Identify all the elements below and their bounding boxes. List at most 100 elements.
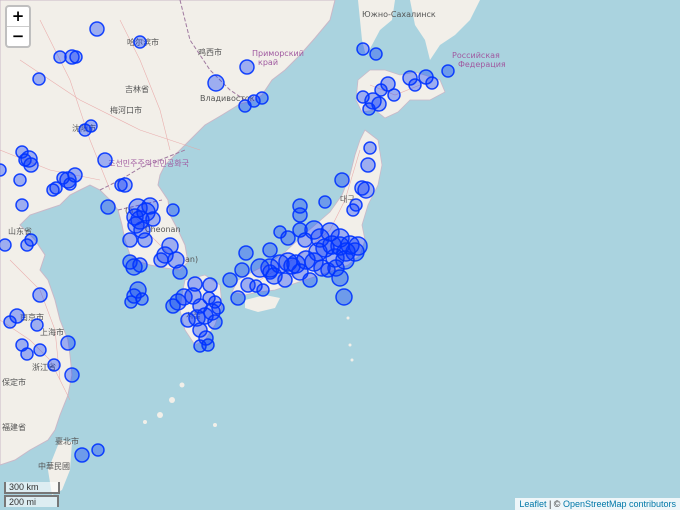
location-marker[interactable] <box>273 225 287 239</box>
label-shanghai: 上海市 <box>40 327 64 337</box>
basemap: 哈尔滨市 鸡西市 Приморский край 吉林省 梅河口市 Владив… <box>0 0 506 495</box>
location-marker[interactable] <box>408 78 422 92</box>
label-krai: край <box>258 58 278 67</box>
location-marker[interactable] <box>238 245 254 261</box>
location-marker[interactable] <box>97 152 113 168</box>
label-dprk: 조선민주주의인민공화국 <box>108 158 189 168</box>
location-marker[interactable] <box>234 262 250 278</box>
location-marker[interactable] <box>63 177 77 191</box>
location-marker[interactable] <box>133 35 147 49</box>
location-marker[interactable] <box>32 287 48 303</box>
label-jixi: 鸡西市 <box>198 47 222 57</box>
map[interactable]: 哈尔滨市 鸡西市 Приморский край 吉林省 梅河口市 Владив… <box>0 0 680 510</box>
location-marker[interactable] <box>64 367 80 383</box>
location-marker[interactable] <box>374 83 388 97</box>
location-marker[interactable] <box>277 272 293 288</box>
label-an: an) <box>185 255 198 264</box>
location-marker[interactable] <box>230 290 246 306</box>
label-meihekou: 梅河口市 <box>110 105 142 115</box>
location-marker[interactable] <box>369 47 383 61</box>
location-marker[interactable] <box>122 232 138 248</box>
location-marker[interactable] <box>47 358 61 372</box>
location-marker[interactable] <box>84 119 98 133</box>
location-marker[interactable] <box>165 298 181 314</box>
location-marker[interactable] <box>302 272 318 288</box>
zoom-control: + − <box>5 5 31 48</box>
label-fujian: 福建省 <box>2 422 26 432</box>
location-marker[interactable] <box>124 295 138 309</box>
location-marker[interactable] <box>3 315 17 329</box>
location-marker[interactable] <box>346 203 360 217</box>
location-marker[interactable] <box>137 232 153 248</box>
location-marker[interactable] <box>0 163 7 177</box>
location-marker[interactable] <box>0 238 12 252</box>
location-marker[interactable] <box>334 172 350 188</box>
location-marker[interactable] <box>60 335 76 351</box>
location-marker[interactable] <box>262 242 278 258</box>
location-marker[interactable] <box>207 314 223 330</box>
location-marker[interactable] <box>360 157 376 173</box>
location-marker[interactable] <box>239 59 255 75</box>
location-marker[interactable] <box>69 50 83 64</box>
location-marker[interactable] <box>255 91 269 105</box>
location-marker[interactable] <box>425 76 439 90</box>
osm-link[interactable]: OpenStreetMap contributors <box>563 499 676 509</box>
location-marker[interactable] <box>13 173 27 187</box>
location-marker[interactable] <box>32 72 46 86</box>
location-marker[interactable] <box>127 216 145 234</box>
location-marker[interactable] <box>172 264 188 280</box>
location-marker[interactable] <box>202 277 218 293</box>
location-marker[interactable] <box>15 145 29 159</box>
location-marker[interactable] <box>135 292 149 306</box>
location-marker[interactable] <box>354 180 370 196</box>
location-marker[interactable] <box>331 269 349 287</box>
location-marker[interactable] <box>262 264 278 280</box>
label-hoten: 保定市 <box>2 377 26 387</box>
location-marker[interactable] <box>238 99 252 113</box>
location-marker[interactable] <box>91 443 105 457</box>
location-marker[interactable] <box>363 141 377 155</box>
location-marker[interactable] <box>122 254 138 270</box>
location-marker[interactable] <box>89 21 105 37</box>
location-marker[interactable] <box>318 195 332 209</box>
location-marker[interactable] <box>193 339 207 353</box>
location-marker[interactable] <box>180 312 196 328</box>
location-marker[interactable] <box>46 183 60 197</box>
location-marker[interactable] <box>222 272 238 288</box>
location-marker[interactable] <box>53 50 67 64</box>
zoom-in-button[interactable]: + <box>7 7 29 26</box>
location-marker[interactable] <box>20 347 34 361</box>
location-marker[interactable] <box>441 64 455 78</box>
location-marker[interactable] <box>153 252 169 268</box>
location-marker[interactable] <box>145 211 161 227</box>
location-marker[interactable] <box>211 301 225 315</box>
location-marker[interactable] <box>100 199 116 215</box>
leaflet-link[interactable]: Leaflet <box>519 499 546 509</box>
label-russia1: Российская <box>452 51 500 60</box>
label-yuzhno: Южно-Сахалинск <box>362 10 436 19</box>
location-marker[interactable] <box>335 288 353 306</box>
location-marker[interactable] <box>256 283 270 297</box>
label-russia2: Федерация <box>458 60 506 69</box>
location-marker[interactable] <box>15 198 29 212</box>
location-marker[interactable] <box>141 197 159 215</box>
location-marker[interactable] <box>74 447 90 463</box>
label-taipei: 臺北市 <box>55 436 79 446</box>
location-marker[interactable] <box>202 291 216 305</box>
scale-bar: 300 km 200 mi <box>4 482 60 507</box>
location-marker[interactable] <box>362 102 376 116</box>
location-marker[interactable] <box>292 207 308 223</box>
location-marker[interactable] <box>33 343 47 357</box>
location-marker[interactable] <box>207 74 225 92</box>
zoom-out-button[interactable]: − <box>7 26 29 46</box>
location-marker[interactable] <box>283 257 301 275</box>
label-roc: 中華民國 <box>38 461 70 471</box>
attribution: Leaflet | © OpenStreetMap contributors <box>515 498 680 510</box>
location-marker[interactable] <box>166 203 180 217</box>
location-marker[interactable] <box>30 318 44 332</box>
location-marker[interactable] <box>187 276 203 292</box>
location-marker[interactable] <box>356 42 370 56</box>
location-marker[interactable] <box>387 88 401 102</box>
location-marker[interactable] <box>24 233 38 247</box>
location-marker[interactable] <box>114 178 128 192</box>
